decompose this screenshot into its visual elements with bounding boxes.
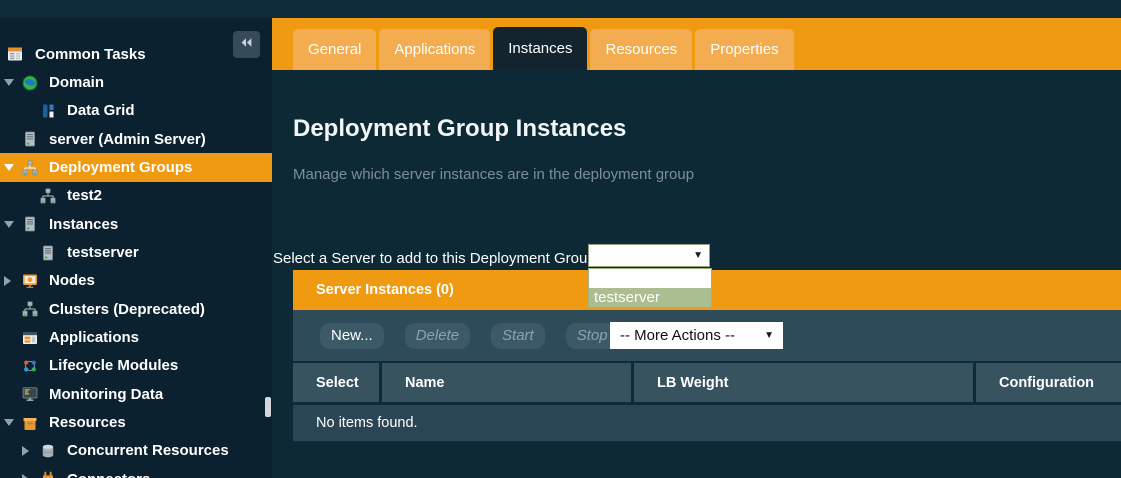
more-actions-select[interactable]: -- More Actions -- ▼: [610, 322, 783, 349]
cluster-icon: [22, 301, 38, 317]
page-subtitle: Manage which server instances are in the…: [293, 166, 694, 183]
expand-toggle-icon[interactable]: [4, 221, 22, 228]
monitoring-icon: [22, 386, 38, 402]
server-icon: [22, 216, 38, 232]
tab-applications[interactable]: Applications: [379, 29, 490, 70]
expand-toggle-icon[interactable]: [4, 276, 22, 286]
server-select-label: Select a Server to add to this Deploymen…: [273, 250, 600, 267]
sidebar-item-label: Data Grid: [67, 102, 135, 119]
sidebar-item-label: Concurrent Resources: [67, 442, 229, 459]
table-header: Select Name LB Weight Configuration: [293, 361, 1121, 402]
sidebar-item-label: Resources: [49, 414, 126, 431]
page-title: Deployment Group Instances: [293, 115, 626, 143]
sidebar-item-lifecycle-modules[interactable]: Lifecycle Modules: [0, 352, 272, 380]
chevron-down-icon: ▼: [764, 331, 774, 341]
plug-icon: [40, 471, 56, 478]
sidebar-item-monitoring-data[interactable]: Monitoring Data: [0, 380, 272, 408]
tab-bar: General Applications Instances Resources…: [272, 18, 1121, 70]
sidebar-item-label: Domain: [49, 74, 104, 91]
lifecycle-icon: [22, 358, 38, 374]
cluster-icon: [40, 188, 56, 204]
expand-toggle-icon[interactable]: [22, 446, 40, 456]
sidebar-item-concurrent-resources[interactable]: Concurrent Resources: [0, 437, 272, 465]
sidebar-item-clusters[interactable]: Clusters (Deprecated): [0, 295, 272, 323]
tab-properties[interactable]: Properties: [695, 29, 793, 70]
dropdown-option-testserver[interactable]: testserver: [589, 288, 711, 307]
sidebar-item-test2[interactable]: test2: [0, 182, 272, 210]
empty-message: No items found.: [316, 415, 418, 431]
delete-button: Delete: [405, 323, 470, 349]
new-button[interactable]: New...: [320, 323, 384, 349]
sidebar-item-label: server (Admin Server): [49, 131, 206, 148]
column-header-select: Select: [293, 363, 382, 402]
more-actions-value: -- More Actions --: [620, 327, 735, 344]
server-select-dropdown: testserver: [588, 268, 712, 308]
sidebar-item-label: testserver: [67, 244, 139, 261]
toolbar: New... Delete Start Stop -- More Actions…: [293, 310, 1121, 361]
sidebar-item-label: Instances: [49, 216, 118, 233]
chevron-down-icon: ▼: [693, 251, 703, 261]
tab-instances[interactable]: Instances: [493, 27, 587, 70]
globe-icon: [22, 75, 38, 91]
tab-general[interactable]: General: [293, 29, 376, 70]
tasks-icon: [7, 46, 23, 62]
sidebar-item-testserver[interactable]: testserver: [0, 238, 272, 266]
sidebar-item-label: Connectors: [67, 471, 150, 478]
sidebar-tree: Common Tasks Domain Data Grid server (Ad…: [0, 40, 272, 478]
sidebar-item-instances[interactable]: Instances: [0, 210, 272, 238]
server-icon: [40, 245, 56, 261]
data-grid-icon: [40, 103, 56, 119]
table-empty-row: No items found.: [293, 402, 1121, 443]
sidebar-item-label: Deployment Groups: [49, 159, 192, 176]
box-icon: [22, 415, 38, 431]
dropdown-option-empty[interactable]: [589, 269, 711, 288]
sidebar-item-admin-server[interactable]: server (Admin Server): [0, 125, 272, 153]
sidebar-item-label: Nodes: [49, 272, 95, 289]
database-icon: [40, 443, 56, 459]
column-header-name: Name: [382, 363, 634, 402]
sidebar-item-label: Lifecycle Modules: [49, 357, 178, 374]
sidebar-item-label: Monitoring Data: [49, 386, 163, 403]
sidebar-item-domain[interactable]: Domain: [0, 68, 272, 96]
sidebar-item-nodes[interactable]: Nodes: [0, 267, 272, 295]
expand-toggle-icon[interactable]: [4, 164, 22, 171]
monitor-icon: [22, 273, 38, 289]
sidebar-item-applications[interactable]: Applications: [0, 323, 272, 351]
sidebar-item-label: Applications: [49, 329, 139, 346]
server-select[interactable]: ▼: [588, 244, 710, 267]
sidebar-item-connectors[interactable]: Connectors: [0, 465, 272, 478]
panel-title: Server Instances (0): [316, 282, 454, 298]
cluster-icon: [22, 160, 38, 176]
column-header-configuration: Configuration: [976, 363, 1121, 402]
expand-toggle-icon[interactable]: [4, 419, 22, 426]
window-icon: [22, 330, 38, 346]
tab-resources[interactable]: Resources: [590, 29, 692, 70]
sidebar-scrollbar-thumb[interactable]: [265, 397, 271, 417]
start-button: Start: [491, 323, 545, 349]
sidebar-item-data-grid[interactable]: Data Grid: [0, 97, 272, 125]
sidebar-item-label: test2: [67, 187, 102, 204]
sidebar: Common Tasks Domain Data Grid server (Ad…: [0, 18, 272, 478]
main-content: General Applications Instances Resources…: [272, 18, 1121, 478]
sidebar-item-label: Clusters (Deprecated): [49, 301, 205, 318]
expand-toggle-icon[interactable]: [22, 474, 40, 478]
server-icon: [22, 131, 38, 147]
column-header-lb-weight: LB Weight: [634, 363, 976, 402]
sidebar-item-deployment-groups[interactable]: Deployment Groups: [0, 153, 272, 181]
expand-toggle-icon[interactable]: [4, 79, 22, 86]
sidebar-item-resources[interactable]: Resources: [0, 408, 272, 436]
sidebar-item-common-tasks[interactable]: Common Tasks: [0, 40, 272, 68]
sidebar-item-label: Common Tasks: [35, 46, 146, 63]
